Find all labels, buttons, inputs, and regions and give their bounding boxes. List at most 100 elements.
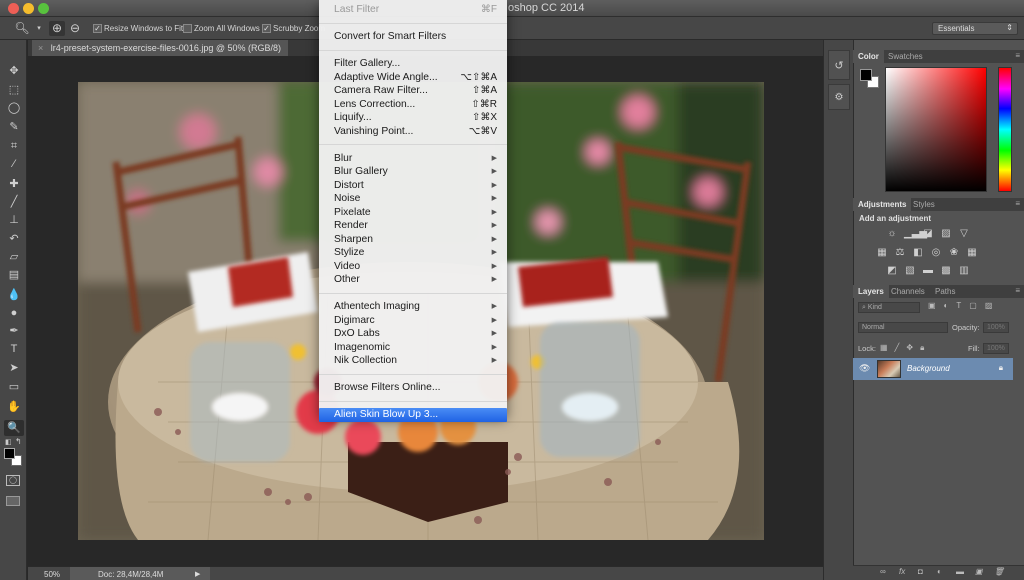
menu-item-other[interactable]: Other ▶ <box>319 273 507 287</box>
selective-color-icon[interactable]: ▩ <box>940 265 952 276</box>
menu-item-adaptive-wide-angle[interactable]: Adaptive Wide Angle... ⌥⇧⌘A <box>319 71 507 85</box>
layer-name[interactable]: Background <box>907 364 950 373</box>
brightness-contrast-icon[interactable]: ☼ <box>886 228 898 239</box>
dodge-tool[interactable]: ● <box>4 305 24 321</box>
quick-mask-icon[interactable]: ◯ <box>6 475 20 486</box>
color-balance-icon[interactable]: ⚖ <box>894 247 906 258</box>
brush-tool[interactable]: ╱ <box>4 194 24 210</box>
move-tool[interactable]: ✥ <box>4 63 24 79</box>
lock-icons[interactable]: ▦╱✥🔒︎ <box>880 343 931 353</box>
tab-layers[interactable]: Layers <box>853 285 889 298</box>
marquee-tool[interactable]: ⬚ <box>4 82 24 98</box>
tab-adjustments[interactable]: Adjustments <box>853 198 912 211</box>
status-menu-arrow-icon[interactable]: ▶ <box>195 570 200 578</box>
tab-color[interactable]: Color <box>853 50 884 63</box>
tab-channels[interactable]: Channels <box>886 285 930 298</box>
zoom-window-button[interactable] <box>38 3 49 14</box>
layer-row-background[interactable]: 👁︎ Background 🔒︎ <box>853 358 1013 380</box>
menu-item-filter-gallery[interactable]: Filter Gallery... <box>319 57 507 71</box>
color-foreground-swatch[interactable] <box>860 69 872 81</box>
menu-item-render[interactable]: Render ▶ <box>319 219 507 233</box>
zoom-in-icon[interactable]: ⊕ <box>49 21 65 36</box>
menu-item-imagenomic[interactable]: Imagenomic ▶ <box>319 341 507 355</box>
menu-item-distort[interactable]: Distort ▶ <box>319 179 507 193</box>
path-selection-tool[interactable]: ➤ <box>4 360 24 376</box>
workspace-select[interactable]: Essentials ⇕ <box>932 22 1018 35</box>
magnifier-icon[interactable]: 🔍︎ <box>14 21 30 36</box>
menu-item-blur[interactable]: Blur ▶ <box>319 152 507 166</box>
properties-panel-icon[interactable]: ⚙ <box>828 84 850 110</box>
menu-item-video[interactable]: Video ▶ <box>319 260 507 274</box>
pen-tool[interactable]: ✒ <box>4 323 24 339</box>
rectangle-tool[interactable]: ▭ <box>4 379 24 395</box>
foreground-color-swatch[interactable] <box>4 448 15 459</box>
quick-selection-tool[interactable]: ✎ <box>4 119 24 135</box>
tab-styles[interactable]: Styles <box>908 198 940 211</box>
screen-mode-icon[interactable] <box>6 496 20 506</box>
color-lookup-icon[interactable]: ▦ <box>966 247 978 258</box>
fx-icon[interactable]: fx <box>899 567 905 576</box>
lasso-tool[interactable]: ◯ <box>4 100 24 116</box>
menu-item-nik-collection[interactable]: Nik Collection ▶ <box>319 354 507 368</box>
menu-item-stylize[interactable]: Stylize ▶ <box>319 246 507 260</box>
eyedropper-tool[interactable]: ⁄ <box>4 156 24 172</box>
document-tab[interactable]: × lr4-preset-system-exercise-files-0016.… <box>32 40 288 56</box>
menu-item-digimarc[interactable]: Digimarc ▶ <box>319 314 507 328</box>
zoom-tool[interactable]: 🔍 <box>4 420 24 436</box>
hand-tool[interactable]: ✋ <box>4 399 24 415</box>
menu-item-last-filter[interactable]: Last Filter ⌘F <box>319 3 507 17</box>
eraser-tool[interactable]: ▱ <box>4 249 24 265</box>
visibility-eye-icon[interactable]: 👁︎ <box>859 363 870 374</box>
menu-item-vanishing-point[interactable]: Vanishing Point... ⌥⌘V <box>319 125 507 139</box>
panel-menu-icon[interactable]: ≡ <box>1015 286 1020 295</box>
gradient-tool[interactable]: ▤ <box>4 267 24 283</box>
menu-item-browse-filters-online[interactable]: Browse Filters Online... <box>319 381 507 395</box>
scrubby-zoom-checkbox[interactable]: ✓ <box>262 24 271 33</box>
menu-item-noise[interactable]: Noise ▶ <box>319 192 507 206</box>
resize-windows-checkbox[interactable]: ✓ <box>93 24 102 33</box>
menu-item-convert-for-smart-filters[interactable]: Convert for Smart Filters <box>319 30 507 44</box>
photo-filter-icon[interactable]: ◎ <box>930 247 942 258</box>
type-tool[interactable]: T <box>4 341 24 357</box>
zoom-level[interactable]: 50% <box>44 570 60 579</box>
color-field[interactable] <box>885 67 987 192</box>
menu-item-pixelate[interactable]: Pixelate ▶ <box>319 206 507 220</box>
black-white-icon[interactable]: ◧ <box>912 247 924 258</box>
invert-icon[interactable]: ◩ <box>886 265 898 276</box>
swap-colors-icon[interactable]: ↰ <box>15 437 22 446</box>
history-brush-tool[interactable]: ↶ <box>4 231 24 247</box>
close-tab-icon[interactable]: × <box>38 43 43 53</box>
menu-item-athentech-imaging[interactable]: Athentech Imaging ▶ <box>319 300 507 314</box>
menu-item-blur-gallery[interactable]: Blur Gallery ▶ <box>319 165 507 179</box>
exposure-icon[interactable]: ▨ <box>940 228 952 239</box>
fill-input[interactable]: 100% <box>983 343 1009 354</box>
blend-mode-select[interactable]: Normal <box>858 322 948 333</box>
menu-item-camera-raw-filter[interactable]: Camera Raw Filter... ⇧⌘A <box>319 84 507 98</box>
tab-paths[interactable]: Paths <box>930 285 960 298</box>
group-icon[interactable]: ▬ <box>956 567 964 576</box>
zoom-out-icon[interactable]: ⊖ <box>67 21 83 36</box>
vibrance-icon[interactable]: ▽ <box>958 228 970 239</box>
menu-item-alien-skin-blow-up-3[interactable]: Alien Skin Blow Up 3... <box>319 408 507 422</box>
zoom-all-windows-checkbox[interactable] <box>183 24 192 33</box>
adjustment-layer-icon[interactable]: ◐ <box>937 567 942 576</box>
menu-item-lens-correction[interactable]: Lens Correction... ⇧⌘R <box>319 98 507 112</box>
layer-filter-kind[interactable]: ⌕ Kind <box>858 302 920 313</box>
trash-icon[interactable]: 🗑 <box>994 567 1004 576</box>
hue-slider[interactable] <box>998 67 1012 192</box>
close-window-button[interactable] <box>8 3 19 14</box>
channel-mixer-icon[interactable]: ❀ <box>948 247 960 258</box>
menu-item-sharpen[interactable]: Sharpen ▶ <box>319 233 507 247</box>
history-panel-icon[interactable]: ↺ <box>828 50 850 80</box>
default-colors-icon[interactable]: ◧ <box>5 438 12 446</box>
clone-stamp-tool[interactable]: ⊥ <box>4 212 24 228</box>
link-layers-icon[interactable]: ∞ <box>880 567 886 576</box>
gradient-map-icon[interactable]: ▥ <box>958 265 970 276</box>
minimize-window-button[interactable] <box>23 3 34 14</box>
crop-tool[interactable]: ⌗ <box>4 138 24 154</box>
panel-menu-icon[interactable]: ≡ <box>1015 51 1020 60</box>
curves-icon[interactable]: ◪ <box>922 228 934 239</box>
tab-swatches[interactable]: Swatches <box>883 50 928 63</box>
tool-preset-chevron-icon[interactable]: ▾ <box>31 21 47 36</box>
menu-item-dxo-labs[interactable]: DxO Labs ▶ <box>319 327 507 341</box>
